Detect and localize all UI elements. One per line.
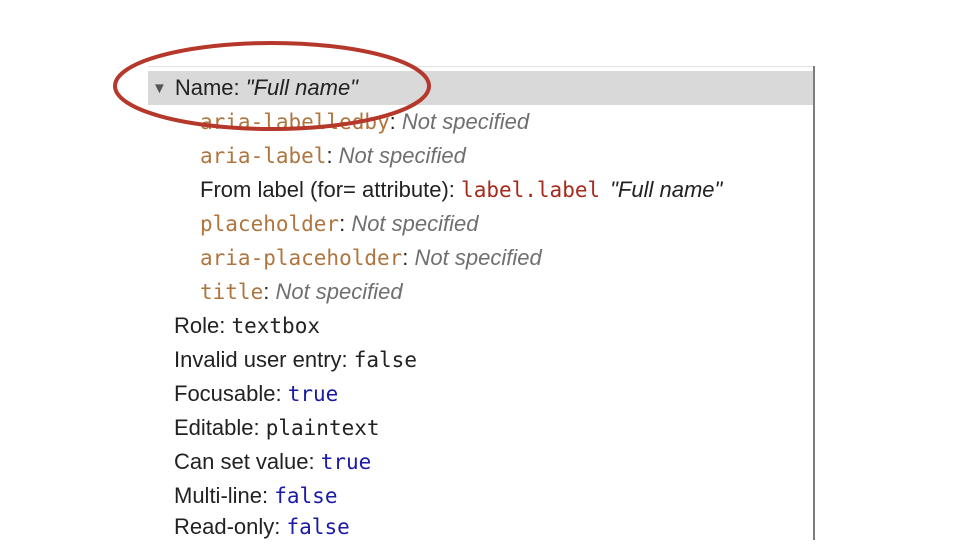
source-attr: placeholder [200, 212, 340, 236]
property-editable: Editable: plaintext [174, 411, 380, 445]
panel-divider [813, 66, 815, 540]
source-placeholder: placeholder: Not specified [200, 207, 479, 241]
property-label: Read-only: [174, 514, 287, 539]
property-value: true [287, 382, 339, 406]
source-title: title: Not specified [200, 275, 403, 309]
property-value: false [353, 348, 417, 372]
source-attr: aria-label [200, 144, 327, 168]
property-value: false [274, 484, 338, 508]
source-sep: : [402, 245, 415, 270]
source-value: Not specified [275, 279, 403, 304]
source-label-text: From label (for= attribute): [200, 177, 462, 202]
source-aria-placeholder: aria-placeholder: Not specified [200, 241, 542, 275]
source-attr: aria-labelledby [200, 110, 390, 134]
source-value: Not specified [414, 245, 542, 270]
source-value: "Full name" [610, 177, 723, 202]
property-value: true [320, 450, 372, 474]
source-sep: : [389, 109, 402, 134]
property-invalid-user-entry: Invalid user entry: false [174, 343, 417, 377]
property-read-only: Read-only: false [174, 510, 350, 544]
property-value: false [286, 515, 350, 539]
property-value: plaintext [265, 416, 380, 440]
source-value: Not specified [338, 143, 466, 168]
source-sep: : [263, 279, 276, 304]
property-value: textbox [231, 314, 320, 338]
name-row[interactable]: ▼ Name: "Full name" [152, 71, 358, 105]
property-label: Editable: [174, 415, 266, 440]
source-attr: aria-placeholder [200, 246, 403, 270]
property-label: Role: [174, 313, 232, 338]
name-value: "Full name" [245, 75, 358, 100]
source-value: Not specified [351, 211, 479, 236]
source-sep: : [339, 211, 352, 236]
property-can-set-value: Can set value: true [174, 445, 371, 479]
source-value: Not specified [401, 109, 530, 134]
label-selector-link[interactable]: label.label [461, 178, 600, 202]
property-multi-line: Multi-line: false [174, 479, 337, 513]
source-aria-labelledby: aria-labelledby: Not specified [200, 105, 529, 139]
property-label: Multi-line: [174, 483, 275, 508]
triangle-down-icon[interactable]: ▼ [152, 72, 167, 106]
property-label: Can set value: [174, 449, 321, 474]
source-aria-label: aria-label: Not specified [200, 139, 466, 173]
source-attr: title [200, 280, 264, 304]
property-label: Focusable: [174, 381, 288, 406]
source-sep: : [326, 143, 339, 168]
property-focusable: Focusable: true [174, 377, 338, 411]
name-label: Name: [174, 75, 246, 100]
property-label: Invalid user entry: [174, 347, 354, 372]
source-from-label: From label (for= attribute): label.label… [200, 173, 722, 207]
property-role: Role: textbox [174, 309, 320, 343]
